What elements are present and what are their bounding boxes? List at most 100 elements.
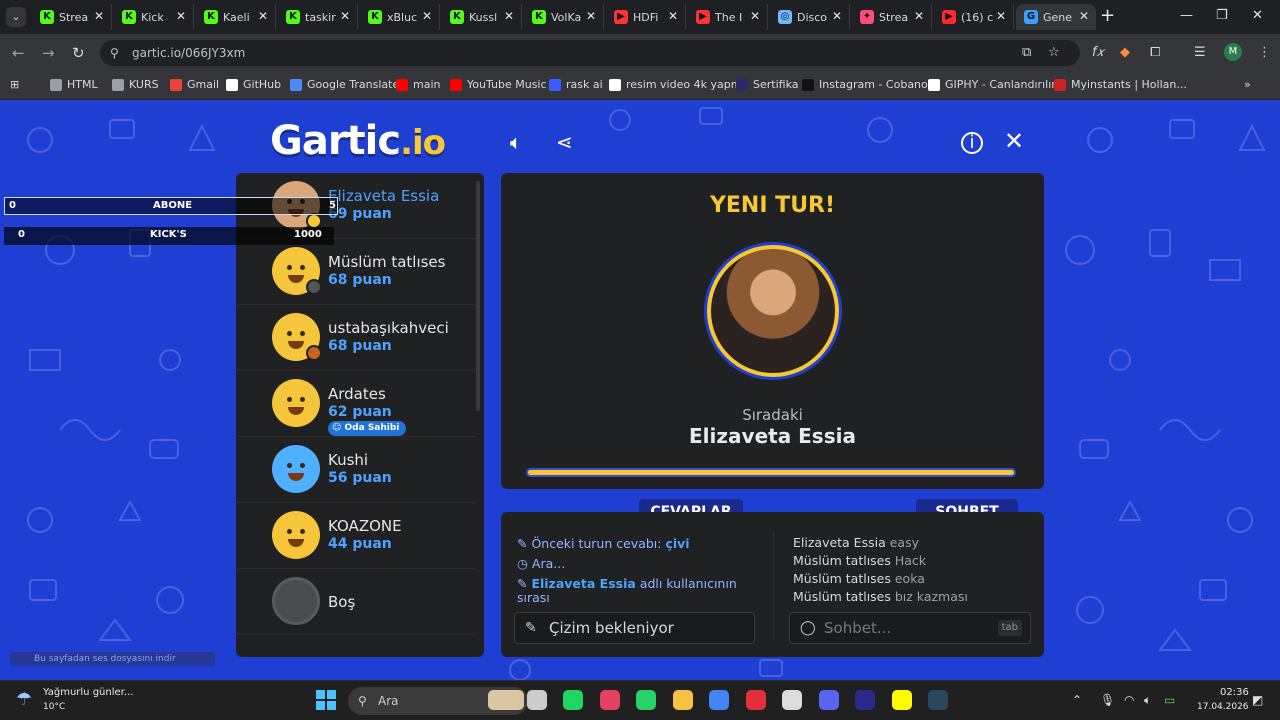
bookmark-item[interactable]: Google Translate bbox=[290, 78, 399, 91]
tray-chevron-icon[interactable]: ⌃ bbox=[1072, 693, 1082, 707]
sound-icon[interactable]: 🔈︎ bbox=[510, 130, 522, 154]
volume-icon[interactable]: 🔈︎ bbox=[1144, 693, 1151, 708]
extensions-puzzle-icon[interactable]: ⧠ bbox=[1150, 45, 1160, 60]
weather-title[interactable]: Yağmurlu günler... bbox=[43, 687, 133, 698]
close-tab-icon[interactable]: ✕ bbox=[94, 9, 104, 23]
bookmark-item[interactable]: GIPHY - Canlandırılın bbox=[928, 78, 1058, 91]
bookmark-item[interactable]: HTML bbox=[50, 78, 98, 91]
close-tab-icon[interactable]: ✕ bbox=[176, 9, 186, 23]
task-view-icon[interactable] bbox=[526, 690, 547, 710]
start-button[interactable] bbox=[316, 690, 336, 710]
maximize-icon[interactable]: ❐ bbox=[1216, 8, 1228, 23]
spotify-icon[interactable] bbox=[563, 690, 583, 710]
obs-icon[interactable] bbox=[782, 690, 802, 710]
close-tab-icon[interactable]: ✕ bbox=[996, 9, 1006, 23]
file-explorer-icon[interactable] bbox=[672, 690, 693, 710]
bookmark-item[interactable]: GitHub bbox=[226, 78, 281, 91]
browser-tab[interactable]: K VolKa ✕ bbox=[524, 4, 604, 30]
close-window-icon[interactable]: ✕ bbox=[1252, 8, 1263, 23]
steam-icon[interactable] bbox=[928, 690, 948, 710]
browser-tab[interactable]: K Strea ✕ bbox=[32, 4, 112, 30]
install-app-icon[interactable]: ⧉ bbox=[1022, 45, 1031, 60]
browser-tab[interactable]: K Kaeli ✕ bbox=[196, 4, 276, 30]
back-icon[interactable]: ← bbox=[12, 44, 25, 62]
apps-grid-icon[interactable]: ⊞ bbox=[10, 78, 19, 91]
notifications-icon[interactable]: ◩ bbox=[1252, 693, 1263, 707]
bookmark-item[interactable]: resim video 4k yapma bbox=[609, 78, 748, 91]
player-row[interactable]: Kushi 56 puan bbox=[236, 437, 476, 503]
browser-tab[interactable]: ✦ Strea ✕ bbox=[852, 4, 932, 30]
forward-icon[interactable]: → bbox=[42, 44, 55, 62]
player-row[interactable]: Boş bbox=[236, 569, 476, 635]
fx-extension-icon[interactable]: f𝑥 bbox=[1092, 45, 1104, 60]
wifi-icon[interactable]: ◠ bbox=[1124, 693, 1134, 707]
profile-avatar[interactable]: M bbox=[1224, 43, 1242, 61]
weather-temp[interactable]: 10°C bbox=[43, 702, 65, 712]
more-bookmarks-icon[interactable]: » bbox=[1244, 78, 1251, 91]
discord-icon[interactable] bbox=[818, 690, 839, 710]
gartic-logo[interactable]: Gartic.io bbox=[270, 118, 446, 164]
close-tab-icon[interactable]: ✕ bbox=[504, 9, 514, 23]
browser-tab[interactable]: KxBluc ✕ bbox=[360, 4, 440, 30]
close-game-icon[interactable]: ✕ bbox=[1004, 127, 1024, 155]
chrome-icon[interactable] bbox=[709, 690, 729, 710]
bookmark-item[interactable]: rask ai bbox=[549, 78, 603, 91]
premiere-icon[interactable] bbox=[855, 690, 875, 710]
reading-list-icon[interactable]: ☰ bbox=[1194, 45, 1206, 60]
tab-search-button[interactable]: ⌄ bbox=[6, 7, 26, 27]
clock-date[interactable]: 17.04.2026 bbox=[1197, 702, 1249, 712]
browser-menu-icon[interactable]: ⋮ bbox=[1258, 45, 1271, 60]
weather-rain-icon[interactable]: ☂ bbox=[16, 689, 32, 710]
chat-input[interactable]: ◯ Sohbet... tab bbox=[789, 612, 1031, 644]
player-row[interactable]: ustabaşıkahveci 68 puan bbox=[236, 305, 476, 371]
bookmark-item[interactable]: KURS bbox=[112, 78, 159, 91]
browser-tab[interactable]: Ktaskir ✕ bbox=[278, 4, 358, 30]
bookmark-item[interactable]: Instagram - Cobanov bbox=[802, 78, 934, 91]
download-audio-bar[interactable]: Bu sayfadan ses dosyasını indir bbox=[10, 652, 215, 666]
bookmark-star-icon[interactable]: ☆ bbox=[1048, 45, 1060, 60]
desktop-thumb-icon[interactable] bbox=[488, 690, 524, 710]
browser-tab[interactable]: K Kussl ✕ bbox=[442, 4, 522, 30]
battery-icon[interactable]: ▭ bbox=[1164, 693, 1175, 707]
tab-favicon-icon: G bbox=[1024, 10, 1038, 24]
clock-time[interactable]: 02:36 bbox=[1220, 687, 1249, 698]
draw-wait-input[interactable]: ✎ Çizim bekleniyor bbox=[514, 612, 755, 644]
minimize-icon[interactable]: — bbox=[1180, 8, 1193, 23]
browser-tab[interactable]: G Gene ✕ bbox=[1016, 4, 1096, 30]
reload-icon[interactable]: ↻ bbox=[72, 44, 85, 62]
extension-icon[interactable]: ◆ bbox=[1120, 45, 1130, 60]
site-info-icon[interactable]: ⚲ bbox=[110, 40, 119, 66]
bookmark-item[interactable]: Gmail bbox=[170, 78, 219, 91]
close-tab-icon[interactable]: ✕ bbox=[750, 9, 760, 23]
close-tab-icon[interactable]: ✕ bbox=[586, 9, 596, 23]
bookmark-item[interactable]: YouTube Music bbox=[450, 78, 547, 91]
snapchat-icon[interactable] bbox=[891, 690, 912, 710]
browser-tab[interactable]: ◎ Disco ✕ bbox=[770, 4, 850, 30]
close-tab-icon[interactable]: ✕ bbox=[668, 9, 678, 23]
player-row[interactable]: KOAZONE 44 puan bbox=[236, 503, 476, 569]
browser-tab[interactable]: K Kick ✕ bbox=[114, 4, 194, 30]
microphone-icon[interactable]: 🎙︎ bbox=[1100, 693, 1115, 707]
close-tab-icon[interactable]: ✕ bbox=[914, 9, 924, 23]
share-icon[interactable]: ⋖ bbox=[556, 130, 573, 154]
browser-tab[interactable]: ▶ The I ✕ bbox=[688, 4, 768, 30]
player-row[interactable]: Müslüm tatlıses 68 puan bbox=[236, 239, 476, 305]
close-tab-icon[interactable]: ✕ bbox=[832, 9, 842, 23]
close-tab-icon[interactable]: ✕ bbox=[258, 9, 268, 23]
instagram-icon[interactable] bbox=[599, 690, 620, 710]
address-bar[interactable]: ⚲ gartic.io/066JY3xm bbox=[100, 40, 1080, 66]
new-tab-button[interactable]: + bbox=[1100, 7, 1115, 25]
whatsapp-icon[interactable] bbox=[636, 690, 656, 710]
player-row[interactable]: Ardates 62 puan ☺ Oda Sahibi bbox=[236, 371, 476, 437]
browser-tab[interactable]: ▶ (16) c ✕ bbox=[934, 4, 1014, 30]
browser-tab[interactable]: ▶ HDFi ✕ bbox=[606, 4, 686, 30]
bookmark-item[interactable]: Myinstants | Hollan... bbox=[1054, 78, 1187, 91]
app-red-icon[interactable] bbox=[745, 690, 766, 710]
player-list-scrollbar[interactable] bbox=[476, 181, 480, 411]
info-icon[interactable]: i bbox=[961, 132, 983, 154]
bookmark-item[interactable]: Sertifika bbox=[736, 78, 799, 91]
close-tab-icon[interactable]: ✕ bbox=[422, 9, 432, 23]
close-tab-icon[interactable]: ✕ bbox=[340, 9, 350, 23]
close-tab-icon[interactable]: ✕ bbox=[1079, 9, 1089, 23]
bookmark-item[interactable]: main bbox=[396, 78, 440, 91]
